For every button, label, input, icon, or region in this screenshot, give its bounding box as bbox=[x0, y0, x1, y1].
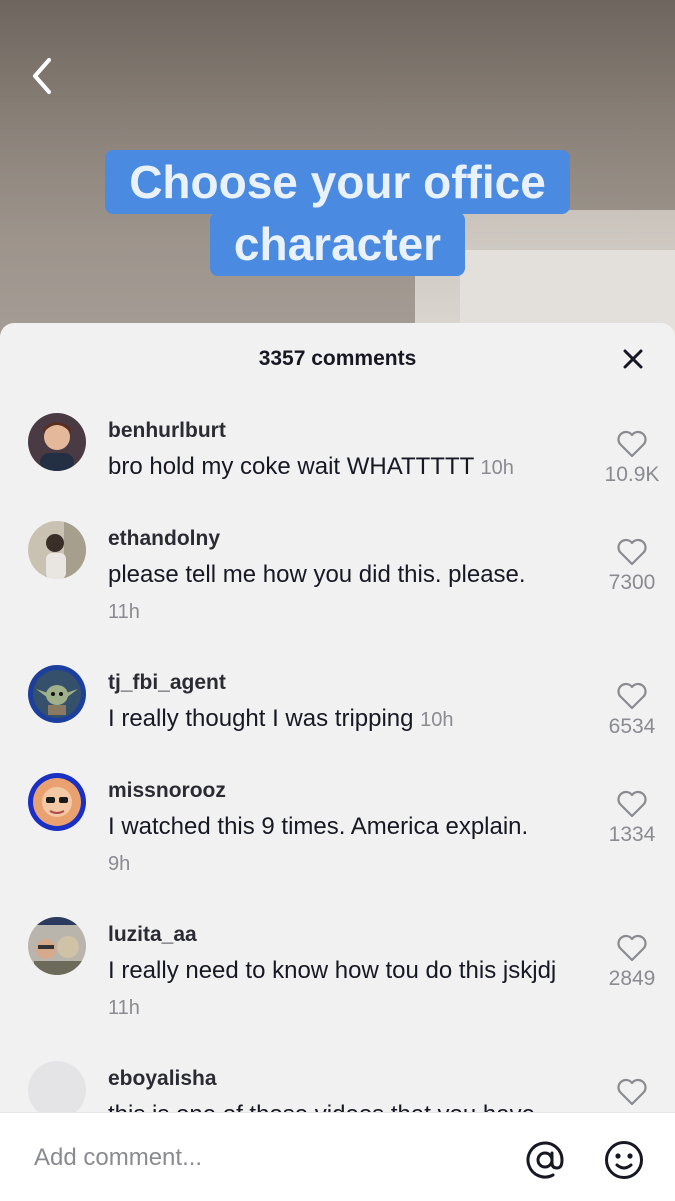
heart-icon bbox=[617, 934, 647, 962]
heart-icon bbox=[617, 1078, 647, 1106]
comments-header: 3357 comments bbox=[0, 323, 675, 395]
comment-body: please tell me how you did this. please. bbox=[108, 561, 526, 588]
comment-username[interactable]: missnorooz bbox=[108, 779, 226, 803]
close-button[interactable] bbox=[621, 347, 645, 371]
comments-sheet: 3357 comments benhurlburt bro hold my co… bbox=[0, 323, 675, 1200]
close-icon bbox=[623, 349, 643, 369]
comment-time: 11h bbox=[108, 997, 140, 1019]
comment-text: I really thought I was tripping 10h bbox=[108, 701, 568, 738]
smiley-icon bbox=[605, 1141, 643, 1179]
comment-username[interactable]: eboyalisha bbox=[108, 1067, 217, 1091]
comment-time: 10h bbox=[480, 457, 514, 479]
like-button[interactable] bbox=[616, 429, 648, 459]
video-background: Choose your office character bbox=[0, 0, 675, 340]
comment-body: I really need to know how tou do this js… bbox=[108, 957, 557, 984]
at-sign-icon bbox=[526, 1141, 564, 1179]
like-button[interactable] bbox=[616, 1077, 648, 1107]
heart-icon bbox=[617, 790, 647, 818]
like-count: 6534 bbox=[608, 715, 656, 738]
like-button[interactable] bbox=[616, 789, 648, 819]
comment-body: I watched this 9 times. America explain. bbox=[108, 813, 529, 840]
avatar[interactable] bbox=[28, 521, 86, 579]
heart-icon bbox=[617, 430, 647, 458]
avatar[interactable] bbox=[28, 773, 86, 831]
like-count: 1334 bbox=[608, 823, 656, 846]
like-button[interactable] bbox=[616, 933, 648, 963]
comment-username[interactable]: benhurlburt bbox=[108, 419, 226, 443]
comment-body: bro hold my coke wait WHATTTTT bbox=[108, 453, 474, 480]
avatar[interactable] bbox=[28, 413, 86, 471]
avatar[interactable] bbox=[28, 1061, 86, 1119]
mention-button[interactable] bbox=[524, 1139, 566, 1181]
video-caption: Choose your office character bbox=[0, 150, 675, 276]
add-comment-input[interactable] bbox=[32, 1137, 476, 1179]
heart-icon bbox=[617, 538, 647, 566]
avatar[interactable] bbox=[28, 917, 86, 975]
back-button[interactable] bbox=[22, 54, 62, 98]
comment-time: 10h bbox=[420, 709, 454, 731]
emoji-button[interactable] bbox=[603, 1139, 645, 1181]
comment-text: I watched this 9 times. America explain.… bbox=[108, 809, 568, 882]
comments-count-title: 3357 comments bbox=[258, 347, 417, 370]
like-button[interactable] bbox=[616, 681, 648, 711]
comment-username[interactable]: luzita_aa bbox=[108, 923, 197, 947]
like-button[interactable] bbox=[616, 537, 648, 567]
caption-line-2: character bbox=[209, 212, 466, 276]
comment-time: 9h bbox=[108, 853, 131, 875]
comment-username[interactable]: tj_fbi_agent bbox=[108, 671, 226, 695]
like-count: 2849 bbox=[608, 967, 656, 990]
comment-body: I really thought I was tripping bbox=[108, 705, 414, 732]
comment-text: bro hold my coke wait WHATTTTT 10h bbox=[108, 449, 568, 486]
heart-icon bbox=[617, 682, 647, 710]
comment-time: 11h bbox=[108, 601, 140, 623]
comment-input-bar bbox=[0, 1112, 675, 1201]
chevron-left-icon bbox=[33, 58, 51, 94]
avatar[interactable] bbox=[28, 665, 86, 723]
like-count: 10.9K bbox=[604, 463, 660, 486]
comment-text: I really need to know how tou do this js… bbox=[108, 953, 578, 1026]
like-count: 7300 bbox=[608, 571, 656, 594]
caption-line-1: Choose your office bbox=[105, 150, 570, 214]
comment-text: please tell me how you did this. please.… bbox=[108, 557, 568, 630]
comment-username[interactable]: ethandolny bbox=[108, 527, 220, 551]
